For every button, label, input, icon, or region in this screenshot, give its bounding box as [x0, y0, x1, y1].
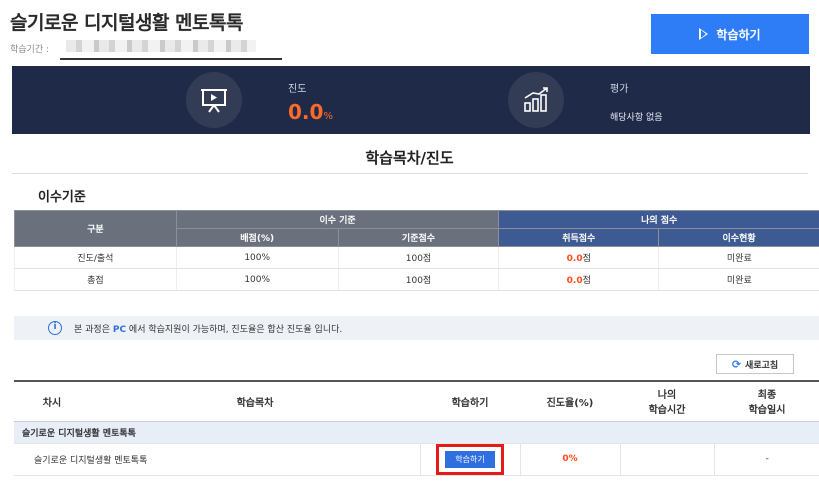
study-period-label: 학습기간 :: [10, 45, 50, 55]
stats-band: 진도 0.0% 평가 해당사항 없음: [12, 66, 810, 134]
notice-pc: PC: [112, 324, 127, 335]
criteria-row: 진도/출석 100% 100점 0.0점 미완료: [14, 246, 819, 269]
score-unit: 점: [582, 254, 591, 264]
lesson-header-time: 나의 학습시간: [620, 380, 714, 422]
info-icon: i: [48, 321, 62, 335]
lesson-row: 슬기로운 디지털생활 멘토톡톡 학습하기 0% -: [14, 443, 819, 476]
lesson-header-study: 학습하기: [420, 380, 520, 422]
notice-prefix: 본 과정은: [74, 324, 113, 335]
score-unit: 점: [582, 276, 591, 286]
lesson-header-progress: 진도율(%): [520, 380, 620, 422]
lesson-header-contents: 학습목차: [90, 380, 420, 422]
notice-suffix: 에서 학습지원이 가능하며, 진도율은 합산 진도율 입니다.: [126, 324, 343, 335]
lesson-table: 차시 학습목차 학습하기 진도율(%) 나의 학습시간 최종 학습일시 슬기로운…: [14, 380, 819, 476]
criteria-score-cell: 0.0점: [498, 268, 659, 291]
criteria-subheader: 취득점수: [498, 228, 660, 247]
progress-number: 0.0: [288, 100, 324, 124]
section-divider: [12, 173, 808, 174]
criteria-header-category: 구분: [14, 210, 177, 247]
growth-chart-icon: [524, 87, 548, 112]
criteria-cell: 총점: [14, 268, 177, 291]
play-icon: [699, 28, 709, 40]
lesson-start-button[interactable]: 학습하기: [445, 450, 495, 468]
score-value: 0.0: [566, 276, 583, 286]
criteria-row: 총점 100% 100점 0.0점 미완료: [14, 268, 819, 291]
criteria-subheader: 기준점수: [337, 228, 500, 247]
lesson-last-date: -: [713, 443, 819, 476]
course-header: 슬기로운 디지털생활 멘토톡톡 학습기간 : 학습하기: [0, 0, 819, 64]
lesson-progress: 0%: [519, 443, 620, 476]
criteria-cell: 미완료: [658, 246, 819, 269]
lesson-group-title: 슬기로운 디지털생활 멘토톡톡: [14, 421, 819, 444]
study-period-masked: [66, 40, 256, 52]
progress-value: 0.0%: [288, 100, 333, 124]
criteria-cell: 진도/출석: [14, 246, 177, 269]
lesson-header-last-date: 최종 학습일시: [714, 380, 819, 422]
evaluation-value: 해당사항 없음: [610, 113, 663, 123]
criteria-header-mine: 나의 점수: [498, 210, 819, 229]
criteria-score-cell: 0.0점: [498, 246, 659, 269]
refresh-icon: ⟳: [731, 357, 742, 371]
criteria-subheader: 배점(%): [175, 228, 339, 247]
criteria-title: 이수기준: [38, 190, 86, 205]
progress-label: 진도: [288, 84, 307, 95]
progress-badge: [186, 72, 242, 128]
start-study-button[interactable]: 학습하기: [651, 14, 809, 54]
lesson-name: 슬기로운 디지털생활 멘토톡톡: [14, 443, 420, 476]
score-value: 0.0: [566, 254, 583, 264]
criteria-cell: 100%: [175, 268, 339, 291]
refresh-label: 새로고침: [745, 360, 779, 371]
course-title: 슬기로운 디지털생활 멘토톡톡: [10, 12, 243, 34]
criteria-subheader: 이수현황: [658, 228, 819, 247]
lesson-header-session: 차시: [14, 380, 90, 422]
criteria-cell: 100점: [337, 268, 499, 291]
evaluation-badge: [508, 72, 564, 128]
criteria-cell: 100점: [337, 246, 499, 269]
section-title: 학습목차/진도: [365, 149, 454, 167]
evaluation-label: 평가: [610, 84, 629, 95]
criteria-header-standard: 이수 기준: [175, 210, 500, 229]
criteria-cell: 미완료: [658, 268, 819, 291]
start-study-label: 학습하기: [716, 27, 761, 42]
refresh-button[interactable]: ⟳ 새로고침: [716, 354, 794, 374]
presentation-icon: [201, 89, 227, 113]
criteria-table: 구분 이수 기준 나의 점수 배점(%) 기준점수 취득점수 이수현황 진도/출…: [14, 210, 819, 291]
notice-bar: i 본 과정은 PC 에서 학습지원이 가능하며, 진도율은 합산 진도율 입니…: [14, 316, 819, 340]
lesson-time: [619, 443, 714, 476]
notice-text: 본 과정은 PC 에서 학습지원이 가능하며, 진도율은 합산 진도율 입니다.: [74, 322, 342, 335]
criteria-cell: 100%: [175, 246, 339, 269]
lesson-group-row: 슬기로운 디지털생활 멘토톡톡: [14, 421, 819, 444]
period-underline: [60, 58, 282, 60]
start-button-highlight: 학습하기: [436, 443, 504, 475]
lesson-start-cell: 학습하기: [419, 443, 520, 476]
progress-unit: %: [323, 111, 333, 122]
